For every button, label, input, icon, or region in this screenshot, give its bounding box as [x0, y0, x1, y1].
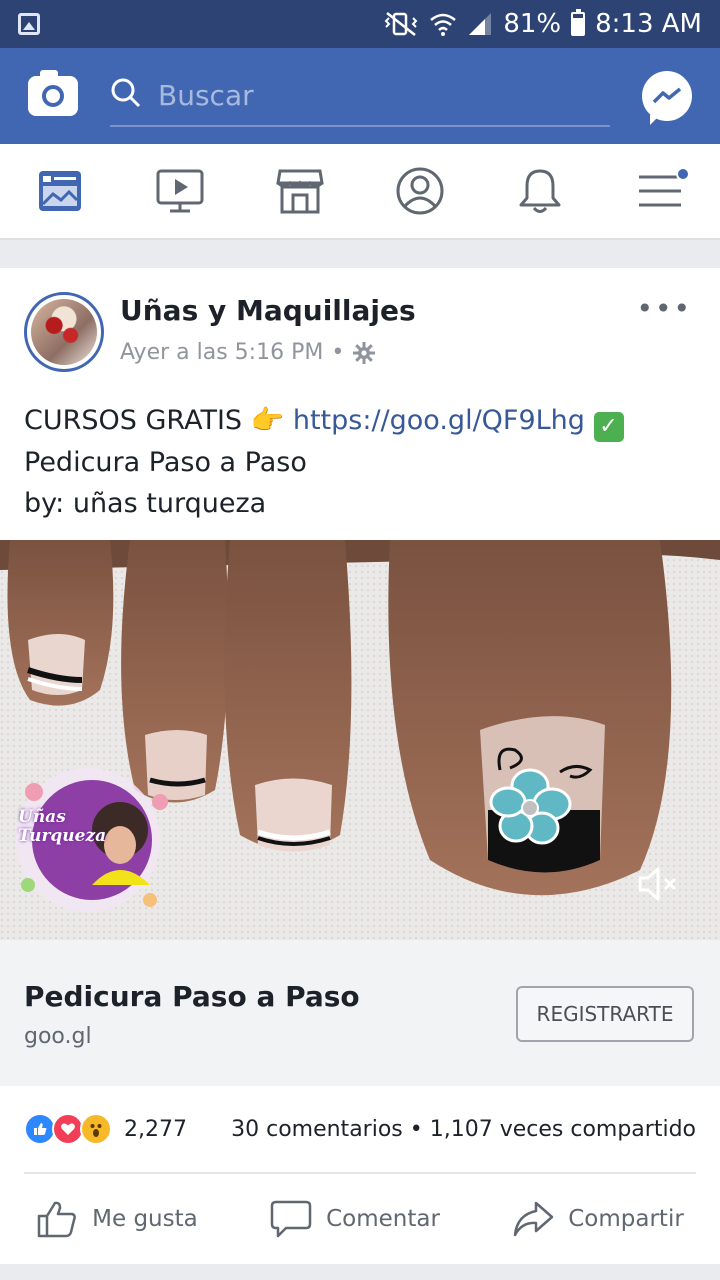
signal-icon: [467, 11, 493, 37]
link-preview-domain: goo.gl: [24, 1024, 92, 1049]
search-icon: [110, 77, 142, 113]
pointing-hand-icon: 👉: [250, 405, 285, 436]
gear-icon: [353, 341, 376, 364]
engagement-summary: 30 comentarios • 1,107 veces compartido: [231, 1117, 696, 1142]
video-frame: [0, 540, 720, 940]
status-bar: 81% 8:13 AM: [0, 0, 720, 48]
post-link[interactable]: https://goo.gl/QF9Lhg: [293, 405, 585, 436]
tab-profile[interactable]: [370, 151, 470, 231]
link-preview-title[interactable]: Pedicura Paso a Paso: [24, 980, 360, 1013]
share-icon: [513, 1201, 554, 1237]
mute-icon[interactable]: [636, 864, 680, 904]
search-input[interactable]: [158, 78, 578, 112]
video-icon: [156, 169, 204, 213]
post-line-2: Pedicura Paso a Paso: [24, 447, 307, 478]
gallery-notification-icon: [18, 13, 40, 35]
vibrate-mute-icon: [383, 11, 419, 37]
post-headline: CURSOS GRATIS: [24, 405, 243, 436]
meta-separator: •: [331, 340, 345, 365]
avatar[interactable]: [24, 292, 104, 372]
comment-button[interactable]: Comentar: [270, 1199, 440, 1239]
post-actions: Me gusta Comentar Compartir: [0, 1174, 720, 1264]
post-body: CURSOS GRATIS 👉 https://goo.gl/QF9Lhg ✓ …: [0, 380, 720, 540]
reaction-icons[interactable]: [24, 1113, 112, 1145]
post-timestamp[interactable]: Ayer a las 5:16 PM: [120, 340, 323, 365]
comment-icon: [270, 1200, 312, 1238]
shares-count[interactable]: 1,107 veces compartido: [430, 1117, 696, 1142]
post-header: Uñas y Maquillajes Ayer a las 5:16 PM • …: [0, 268, 720, 380]
reactions-row: 2,277 30 comentarios • 1,107 veces compa…: [24, 1086, 696, 1174]
more-options-button[interactable]: •••: [636, 292, 692, 325]
comments-count[interactable]: 30 comentarios: [231, 1117, 403, 1142]
profile-icon: [396, 167, 444, 215]
thumbs-up-icon: [37, 1201, 77, 1238]
tab-bar: [0, 144, 720, 240]
search-bar[interactable]: [110, 65, 610, 127]
post-line-1: CURSOS GRATIS 👉 https://goo.gl/QF9Lhg ✓: [24, 400, 696, 442]
register-button[interactable]: REGISTRARTE: [516, 986, 694, 1042]
tab-watch[interactable]: [130, 151, 230, 231]
wifi-icon: [429, 11, 457, 37]
bell-icon: [519, 169, 561, 213]
comment-label: Comentar: [326, 1206, 440, 1232]
post-line-3: by: uñas turqueza: [24, 488, 267, 519]
marketplace-icon: [276, 169, 324, 214]
messenger-icon[interactable]: [642, 71, 692, 125]
battery-percent: 81%: [503, 9, 562, 39]
tab-notifications[interactable]: [490, 151, 590, 231]
app-header: [0, 48, 720, 144]
post-meta: Ayer a las 5:16 PM •: [120, 340, 376, 365]
wow-reaction-icon: [80, 1113, 112, 1145]
engagement-separator: •: [409, 1116, 423, 1142]
share-button[interactable]: Compartir: [512, 1199, 684, 1239]
battery-icon: [571, 9, 586, 36]
like-button[interactable]: Me gusta: [36, 1199, 198, 1239]
tab-marketplace[interactable]: [250, 151, 350, 231]
news-feed-icon: [39, 171, 81, 211]
reaction-count[interactable]: 2,277: [124, 1117, 187, 1142]
clock: 8:13 AM: [595, 9, 702, 39]
video-watermark: Uñas Turqueza: [18, 807, 107, 846]
post-video[interactable]: Uñas Turqueza: [0, 540, 720, 940]
share-label: Compartir: [568, 1206, 684, 1232]
feed-post: Uñas y Maquillajes Ayer a las 5:16 PM • …: [0, 268, 720, 1264]
tab-news-feed[interactable]: [10, 151, 110, 231]
camera-icon[interactable]: [28, 70, 78, 116]
like-label: Me gusta: [92, 1206, 198, 1232]
page-name[interactable]: Uñas y Maquillajes: [120, 294, 416, 327]
link-preview[interactable]: Pedicura Paso a Paso goo.gl REGISTRARTE: [0, 940, 720, 1086]
menu-badge: [676, 167, 690, 181]
tab-menu[interactable]: [610, 151, 710, 231]
check-mark-icon: ✓: [593, 412, 624, 442]
